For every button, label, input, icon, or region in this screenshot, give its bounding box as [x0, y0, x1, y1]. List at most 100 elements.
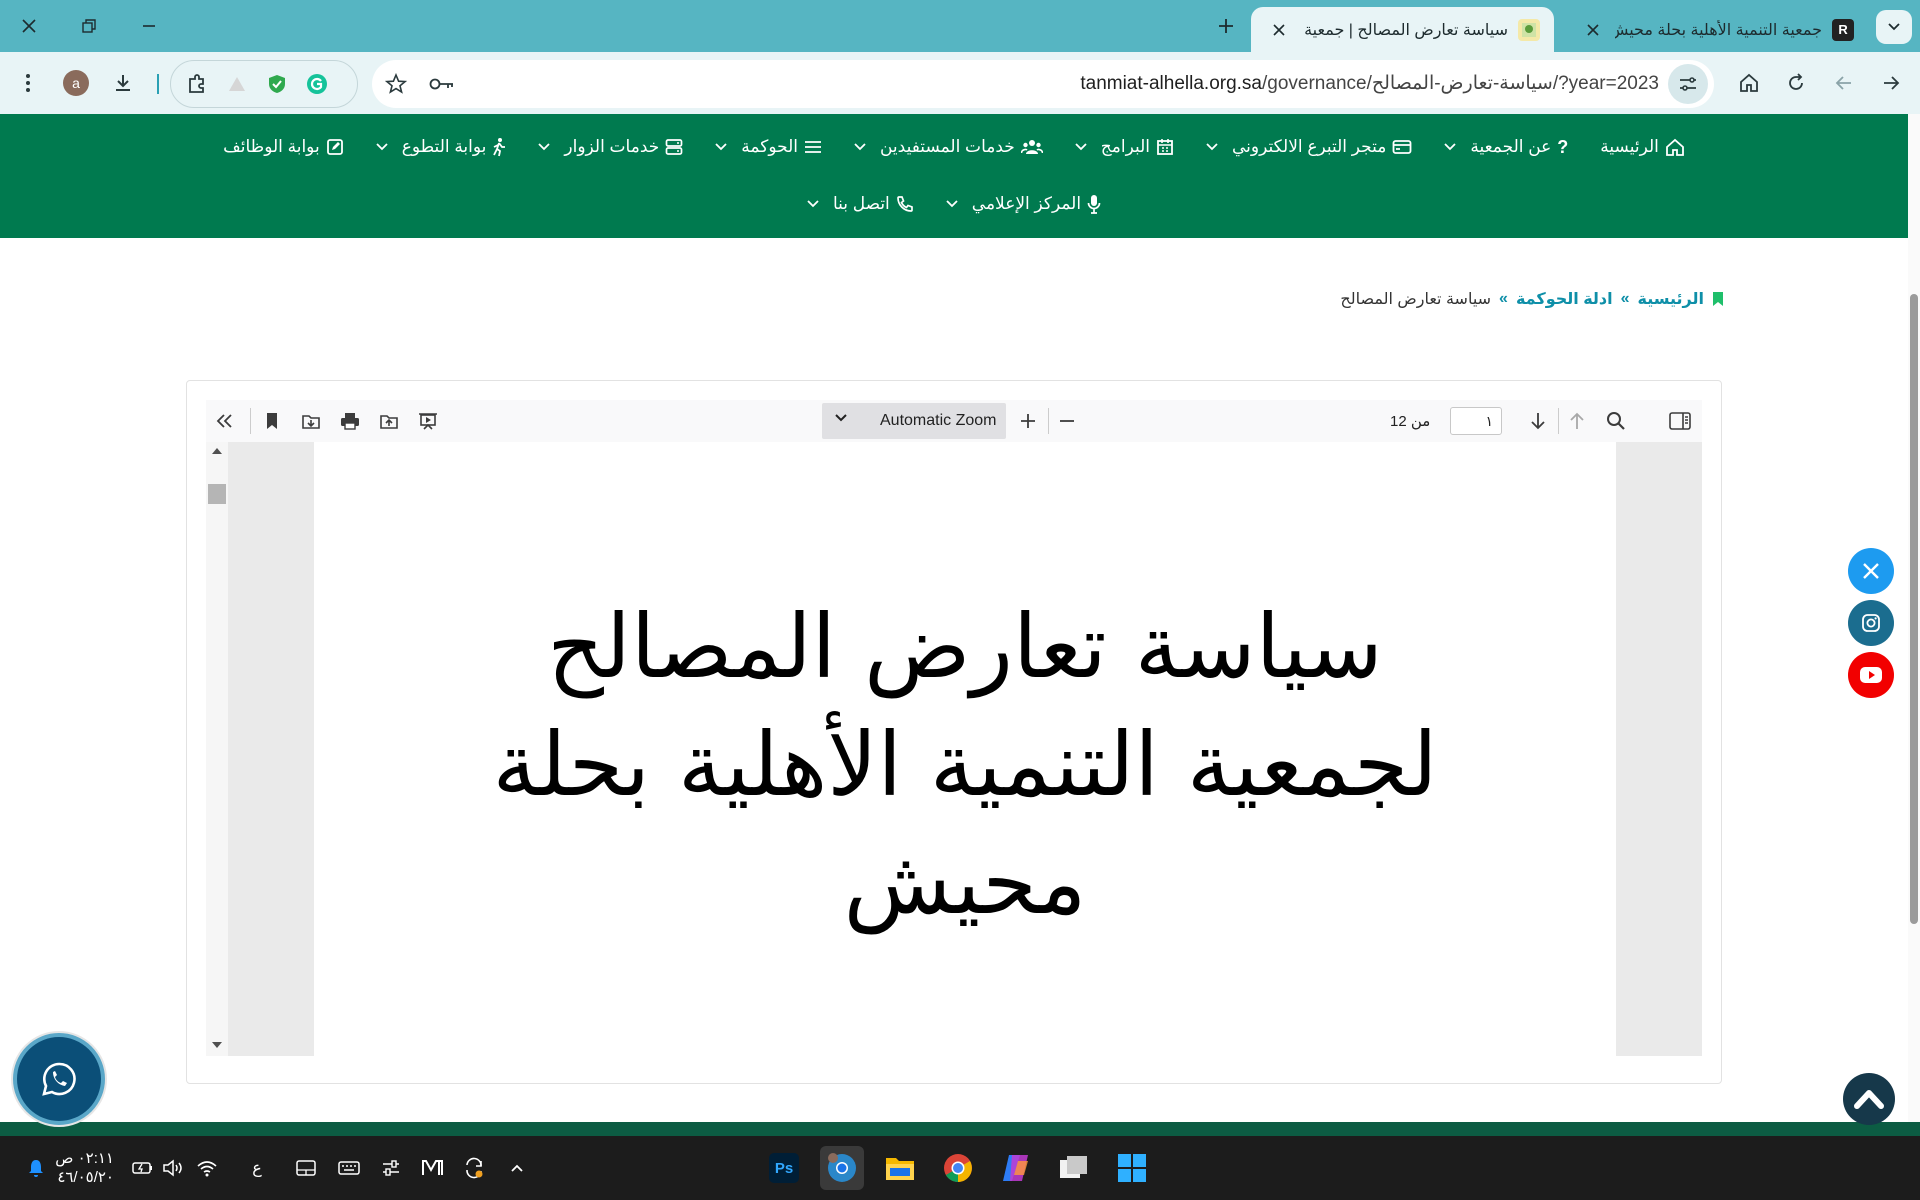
nav-item-programs[interactable]: البرامج: [1059, 125, 1190, 169]
youtube-icon[interactable]: [1848, 652, 1894, 698]
page-count-label: من 12: [1390, 413, 1431, 430]
scroll-up-icon[interactable]: [212, 448, 222, 454]
nav-label: اتصل بنا: [832, 194, 890, 213]
download-pdf-icon[interactable]: [295, 405, 327, 437]
grammarly-icon[interactable]: [297, 64, 337, 104]
windows-start-icon[interactable]: [1110, 1146, 1154, 1190]
bookmark-icon: [1712, 291, 1724, 307]
show-hidden-icons-chevron[interactable]: [503, 1154, 531, 1182]
nav-item-volunteer-portal[interactable]: بوابة التطوع: [360, 125, 523, 169]
nav-label: خدمات الزوار: [564, 137, 660, 156]
settings-sliders-icon[interactable]: [377, 1154, 405, 1182]
nav-item-contact-us[interactable]: اتصل بنا: [791, 182, 930, 226]
home-button-icon[interactable]: [1729, 63, 1769, 103]
close-window-icon[interactable]: [7, 8, 51, 44]
extension-triangle-icon[interactable]: [217, 64, 257, 104]
close-tab-icon[interactable]: [1579, 16, 1607, 44]
scroll-to-top-button[interactable]: [1843, 1073, 1895, 1125]
nav-item-home[interactable]: الرئيسية: [1584, 125, 1701, 169]
page-scrollbar[interactable]: [1908, 114, 1920, 1122]
file-explorer-icon[interactable]: [878, 1146, 922, 1190]
nav-item-media-center[interactable]: المركز الإعلامي: [930, 182, 1117, 226]
copilot-icon[interactable]: [994, 1146, 1038, 1190]
nav-item-jobs-portal[interactable]: بوابة الوظائف: [207, 125, 360, 169]
extensions-puzzle-icon[interactable]: [177, 64, 217, 104]
list-icon: [804, 139, 822, 155]
volume-icon[interactable]: [159, 1154, 187, 1182]
browser-menu-icon[interactable]: [8, 63, 48, 103]
pdf-document-title: سياسة تعارض المصالح لجمعية التنمية الأهل…: [314, 588, 1616, 942]
profile-avatar[interactable]: a: [56, 63, 96, 103]
touchpad-icon[interactable]: [292, 1154, 320, 1182]
chrome-icon[interactable]: [936, 1146, 980, 1190]
address-bar[interactable]: tanmiat-alhella.org.sa/governance/سياسة-…: [372, 60, 1714, 108]
input-language-indicator[interactable]: ع: [243, 1154, 271, 1182]
home-icon: [1665, 138, 1685, 156]
breadcrumb-separator: »: [1499, 290, 1508, 307]
site-info-tune-icon[interactable]: [1668, 64, 1708, 104]
nav-item-governance[interactable]: الحوكمة: [699, 125, 838, 169]
whatsapp-chat-button[interactable]: [13, 1033, 105, 1125]
users-icon: [1020, 138, 1043, 156]
chevron-down-icon: [1075, 143, 1087, 151]
site-navigation: الرئيسية ? عن الجمعية متجر التبرع الالكت…: [0, 114, 1908, 238]
sync-update-icon[interactable]: [460, 1154, 488, 1182]
system-clock[interactable]: ٠٢:١١ ص ٤٦/٠٥/٢٠: [54, 1149, 114, 1187]
nav-row-secondary: المركز الإعلامي اتصل بنا: [0, 182, 1908, 226]
tab-inactive[interactable]: R جمعية التنمية الأهلية بحلة محيش: [1565, 7, 1868, 52]
page-scrollbar-thumb[interactable]: [1910, 294, 1918, 924]
notification-bell-icon[interactable]: [22, 1154, 50, 1182]
touch-keyboard-icon[interactable]: [335, 1154, 363, 1182]
nav-item-donation-store[interactable]: متجر التبرع الالكتروني: [1190, 125, 1428, 169]
pdf-title-line: سياسة تعارض المصالح: [547, 595, 1383, 698]
pdf-viewer-area: سياسة تعارض المصالح لجمعية التنمية الأهل…: [206, 442, 1702, 1056]
bookmark-star-icon[interactable]: [376, 64, 416, 104]
open-file-icon[interactable]: [373, 405, 405, 437]
tab-search-button[interactable]: [1876, 10, 1912, 44]
battery-icon[interactable]: [129, 1154, 157, 1182]
nav-label: الرئيسية: [1600, 137, 1659, 156]
nav-item-visitor-services[interactable]: خدمات الزوار: [522, 125, 699, 169]
mi-app-icon[interactable]: [418, 1154, 446, 1182]
wifi-icon[interactable]: [193, 1154, 221, 1182]
bookmark-icon[interactable]: [256, 405, 288, 437]
password-key-icon[interactable]: [422, 64, 462, 104]
nav-item-beneficiary-services[interactable]: خدمات المستفيدين: [838, 125, 1059, 169]
new-tab-button[interactable]: [1208, 8, 1244, 44]
photoshop-icon[interactable]: Ps: [762, 1146, 806, 1190]
pdf-scrollbar[interactable]: [206, 442, 228, 1056]
server-icon: [665, 138, 683, 156]
search-icon[interactable]: [1600, 405, 1632, 437]
extension-shield-icon[interactable]: [257, 64, 297, 104]
zoom-select[interactable]: Automatic Zoom: [822, 403, 1006, 439]
edit-icon: [326, 138, 344, 156]
footer-pattern-strip: [0, 1122, 1920, 1136]
double-chevron-left-icon[interactable]: [208, 405, 240, 437]
tab-active[interactable]: سياسة تعارض المصالح | جمعية التنمية: [1251, 7, 1554, 52]
x-icon[interactable]: [1848, 548, 1894, 594]
back-arrow-icon[interactable]: [1824, 63, 1864, 103]
nav-item-about[interactable]: ? عن الجمعية: [1428, 125, 1584, 169]
breadcrumb-section-link[interactable]: ادلة الحوكمة: [1516, 289, 1613, 309]
previous-page-icon[interactable]: [1561, 405, 1593, 437]
reload-icon[interactable]: [1776, 63, 1816, 103]
presentation-mode-icon[interactable]: [412, 405, 444, 437]
scrollbar-thumb[interactable]: [208, 484, 226, 504]
zoom-in-icon[interactable]: [1012, 405, 1044, 437]
browser-toolbar: a tanmiat-alhella.org.sa/governance/سياس…: [0, 52, 1920, 114]
task-view-icon[interactable]: [1052, 1146, 1096, 1190]
breadcrumb-home-link[interactable]: الرئيسية: [1638, 289, 1705, 309]
print-icon[interactable]: [334, 405, 366, 437]
instagram-icon[interactable]: [1848, 600, 1894, 646]
chrome-profile-icon[interactable]: [820, 1146, 864, 1190]
next-page-icon[interactable]: [1522, 405, 1554, 437]
restore-window-icon[interactable]: [67, 8, 111, 44]
page-number-input[interactable]: ١: [1450, 407, 1502, 435]
scroll-down-icon[interactable]: [212, 1042, 222, 1048]
minimize-window-icon[interactable]: [127, 8, 171, 44]
sidebar-toggle-icon[interactable]: [1664, 405, 1696, 437]
downloads-icon[interactable]: [103, 63, 143, 103]
forward-arrow-icon[interactable]: [1871, 63, 1911, 103]
close-tab-icon[interactable]: [1265, 16, 1293, 44]
zoom-out-icon[interactable]: [1051, 405, 1083, 437]
